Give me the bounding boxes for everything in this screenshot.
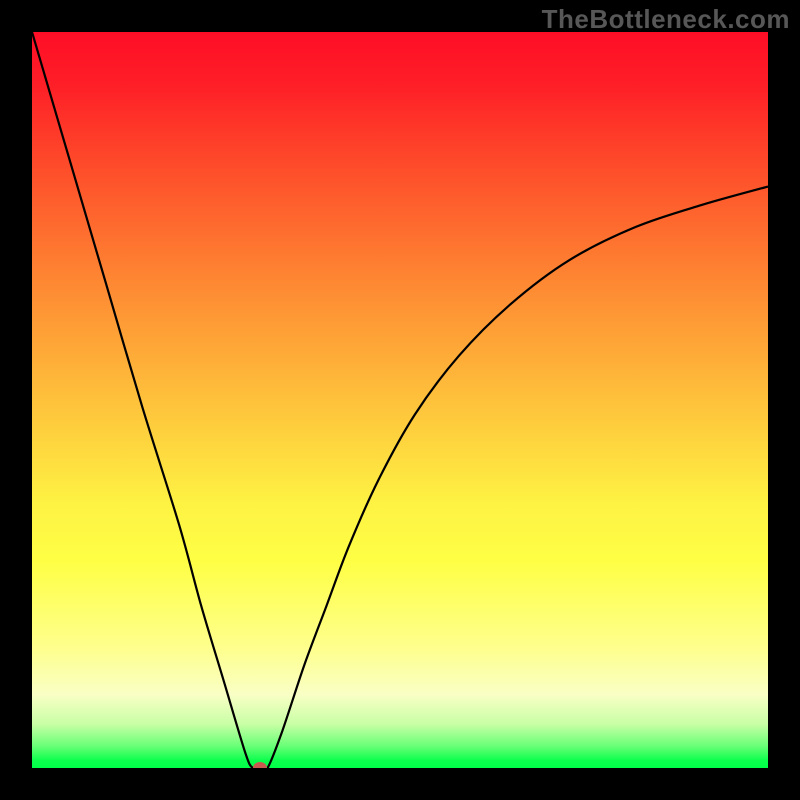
watermark-text: TheBottleneck.com <box>542 4 790 35</box>
bottleneck-curve <box>32 32 768 768</box>
curve-svg <box>32 32 768 768</box>
chart-frame: TheBottleneck.com <box>0 0 800 800</box>
plot-area <box>32 32 768 768</box>
marker-dot <box>253 762 267 768</box>
